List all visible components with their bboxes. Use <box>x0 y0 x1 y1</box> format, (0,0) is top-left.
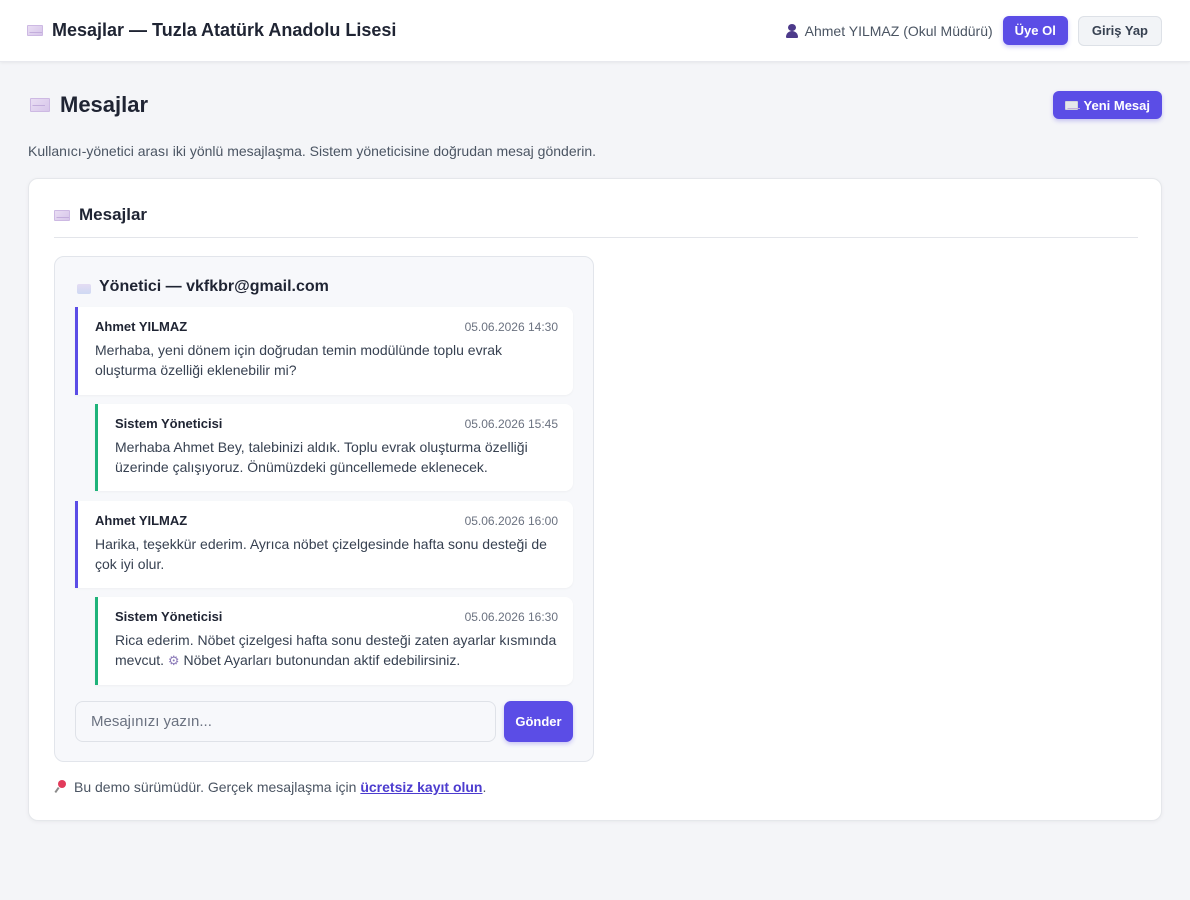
brand: Mesajlar — Tuzla Atatürk Anadolu Lisesi <box>27 20 396 41</box>
login-button[interactable]: Giriş Yap <box>1077 15 1162 46</box>
message-text: Merhaba, yeni dönem için doğrudan temin … <box>95 342 503 378</box>
card-header: Mesajlar <box>54 205 1138 238</box>
nav-right: Ahmet YILMAZ (Okul Müdürü) Üye Ol Giriş … <box>785 15 1162 46</box>
demo-note: Bu demo sürümüdür. Gerçek mesajlaşma içi… <box>54 779 486 795</box>
message-text: Harika, teşekkür ederim. Ayrıca nöbet çi… <box>95 536 547 572</box>
message-author: Ahmet YILMAZ <box>95 319 188 334</box>
current-user-label: Ahmet YILMAZ (Okul Müdürü) <box>804 22 993 39</box>
page-title: Mesajlar <box>60 92 149 117</box>
envelope-icon <box>54 209 70 221</box>
message-item: Ahmet YILMAZ 05.06.2026 16:00 Harika, te… <box>75 501 573 588</box>
message-text: Merhaba Ahmet Bey, talebinizi aldık. Top… <box>115 439 528 475</box>
messages-card: Mesajlar Yönetici — vkfkbr@gmail.com Ahm… <box>28 178 1162 821</box>
message-item: Sistem Yöneticisi 05.06.2026 16:30 Rica … <box>95 597 573 685</box>
current-user: Ahmet YILMAZ (Okul Müdürü) <box>785 23 993 39</box>
thread-header: Yönetici — vkfkbr@gmail.com <box>77 278 329 296</box>
signup-button[interactable]: Üye Ol <box>1002 16 1068 45</box>
message-time: 05.06.2026 16:30 <box>464 609 558 624</box>
message-item: Ahmet YILMAZ 05.06.2026 14:30 Merhaba, y… <box>75 307 573 395</box>
free-signup-link[interactable]: ücretsiz kayıt olun <box>360 779 482 795</box>
page-subtitle: Kullanıcı-yönetici arası iki yönlü mesaj… <box>28 143 597 159</box>
message-item: Sistem Yöneticisi 05.06.2026 15:45 Merha… <box>95 404 573 491</box>
new-message-label: Yeni Mesaj <box>1083 97 1150 113</box>
pushpin-icon <box>54 780 68 794</box>
message-input[interactable] <box>75 701 496 742</box>
message-text-part: Nöbet Ayarları butonundan aktif edebilir… <box>183 652 461 668</box>
conversation-thread: Yönetici — vkfkbr@gmail.com Ahmet YILMAZ… <box>54 256 594 762</box>
envelope-icon <box>1064 100 1078 110</box>
message-author: Ahmet YILMAZ <box>95 513 188 528</box>
card-title: Mesajlar <box>79 205 148 224</box>
send-button[interactable]: Gönder <box>504 701 573 742</box>
message-author: Sistem Yöneticisi <box>115 609 223 624</box>
new-message-button[interactable]: Yeni Mesaj <box>1052 91 1162 119</box>
incoming-envelope-icon <box>77 283 91 294</box>
demo-note-text: Bu demo sürümüdür. Gerçek mesajlaşma içi… <box>74 779 486 795</box>
thread-title: Yönetici — vkfkbr@gmail.com <box>99 278 329 295</box>
message-time: 05.06.2026 15:45 <box>464 416 558 431</box>
envelope-icon <box>30 98 50 112</box>
envelope-icon <box>27 25 43 36</box>
message-time: 05.06.2026 16:00 <box>464 513 558 528</box>
page-header: Mesajlar Yeni Mesaj <box>30 91 1162 119</box>
demo-note-prefix: Bu demo sürümüdür. Gerçek mesajlaşma içi… <box>74 779 357 795</box>
demo-note-suffix: . <box>482 779 487 795</box>
top-navbar: Mesajlar — Tuzla Atatürk Anadolu Lisesi … <box>0 0 1190 62</box>
message-text: Rica ederim. Nöbet çizelgesi hafta sonu … <box>115 630 558 671</box>
message-author: Sistem Yöneticisi <box>115 416 223 431</box>
page-title-wrap: Mesajlar <box>30 92 148 118</box>
gear-icon: ⚙ <box>167 653 180 668</box>
message-time: 05.06.2026 14:30 <box>464 319 558 334</box>
app-title: Mesajlar — Tuzla Atatürk Anadolu Lisesi <box>52 20 397 40</box>
user-icon <box>785 23 799 38</box>
